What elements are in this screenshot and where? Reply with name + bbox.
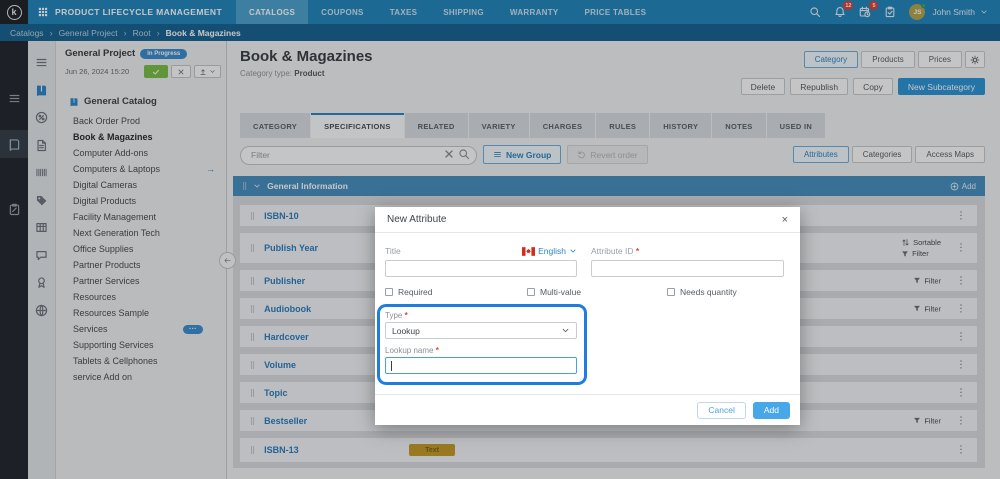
modal-footer: Cancel Add [375,394,800,425]
tutorial-highlight-ring: Type * Lookup Lookup name * [377,304,587,385]
checkbox-needs-quantity[interactable]: Needs quantity [667,287,790,297]
checkbox-box [667,288,675,296]
options-checkboxes: Required Multi-value Needs quantity [385,287,790,297]
checkbox-label: Multi-value [540,287,582,297]
checkbox-label: Required [398,287,433,297]
language-chevron-icon [569,247,577,255]
checkbox-multi-value[interactable]: Multi-value [527,287,667,297]
select-chevron-icon [561,326,570,335]
modal-header: New Attribute × [375,207,800,233]
attribute-id-label: Attribute ID * [591,246,640,256]
attribute-id-input[interactable] [591,260,784,277]
add-button[interactable]: Add [752,401,790,419]
app-root: k PRODUCT LIFECYCLE MANAGEMENT CATALOGS C… [0,0,1000,479]
checkbox-required[interactable]: Required [385,287,527,297]
close-icon[interactable]: × [782,214,788,226]
checkbox-label: Needs quantity [680,287,737,297]
type-select-value: Lookup [392,325,420,336]
lookup-name-input[interactable] [385,357,577,374]
language-label: English [538,246,566,256]
canada-flag-icon [522,246,536,256]
title-input[interactable] [385,260,577,277]
cancel-button[interactable]: Cancel [697,401,746,419]
new-attribute-modal: New Attribute × Title English Attribute … [375,207,800,425]
lookup-name-label: Lookup name * [385,346,439,355]
language-selector[interactable]: English [522,246,577,256]
title-field-label: Title [385,246,401,256]
modal-body: Title English Attribute ID * Required Mu… [375,233,800,385]
type-label: Type * [385,311,408,320]
text-cursor [391,360,392,371]
modal-title: New Attribute [387,214,447,225]
checkbox-box [527,288,535,296]
type-select[interactable]: Lookup [385,322,577,339]
checkbox-box [385,288,393,296]
